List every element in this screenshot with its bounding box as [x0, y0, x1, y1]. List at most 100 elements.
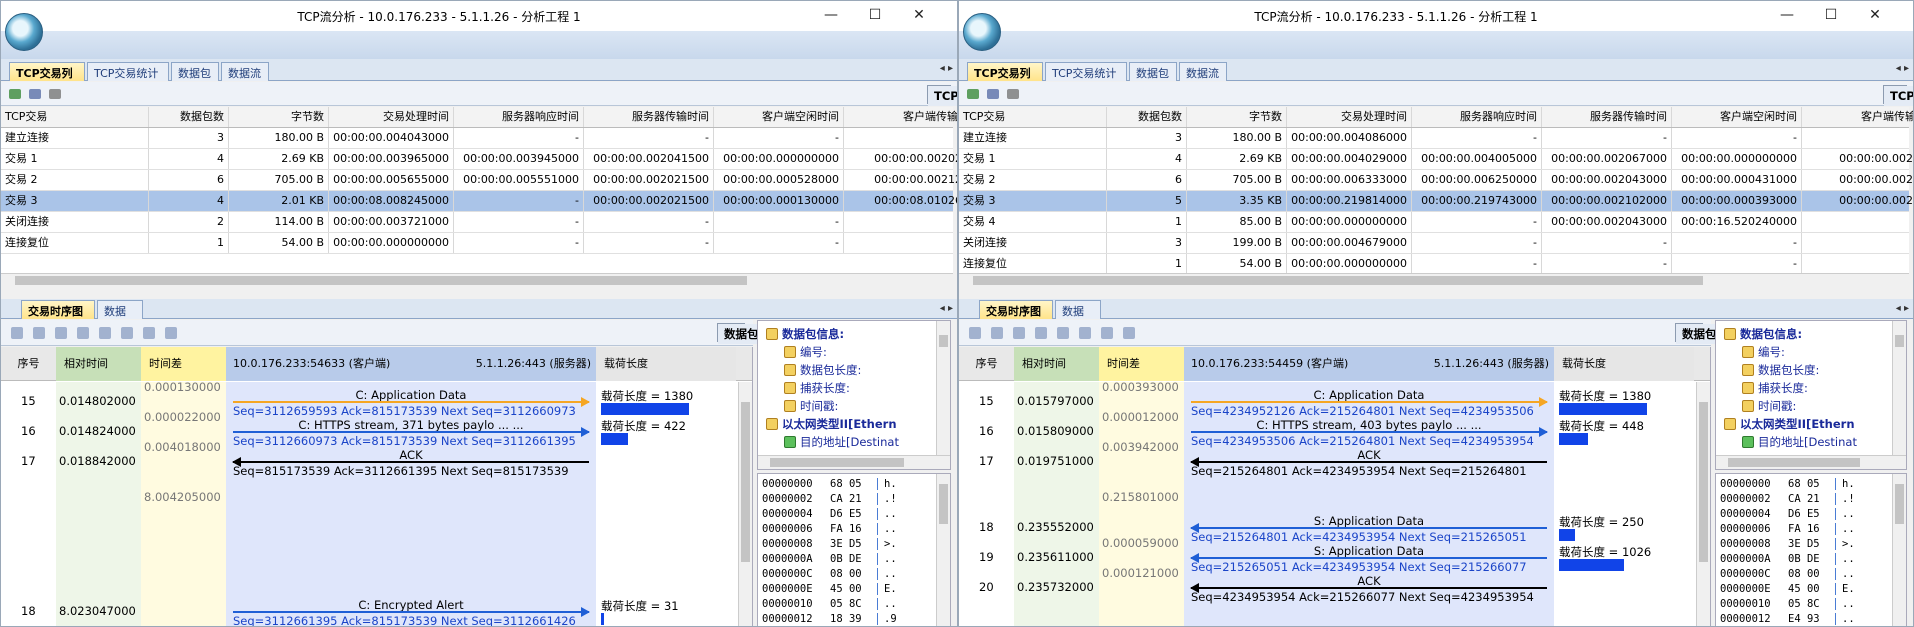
export-icon[interactable]: [965, 86, 981, 102]
tab-2[interactable]: 数据包: [1129, 62, 1177, 81]
hex-vscroll[interactable]: [1892, 474, 1906, 626]
col-header-6[interactable]: 客户端空闲时间: [1672, 107, 1802, 127]
table-row[interactable]: 交易 3 5 3.35 KB 00:00:00.219814000 00:00:00.2…: [959, 191, 1913, 212]
tree-node[interactable]: 编号:: [784, 343, 827, 361]
tab-dataflow[interactable]: 数据流: [1055, 300, 1101, 334]
tab-sequence-diagram[interactable]: 交易时序图: [979, 300, 1053, 319]
packet-label[interactable]: C: HTTPS stream, 403 bytes paylo ... ...: [1191, 418, 1547, 432]
packet-label[interactable]: C: Application Data: [1191, 388, 1547, 402]
tx-grid-hscroll[interactable]: [1, 273, 953, 287]
table-row[interactable]: 关闭连接2114.00 B00:00:00.003721000----: [1, 212, 953, 233]
close-button[interactable]: ✕: [1861, 5, 1889, 25]
packet-arrow[interactable]: [233, 607, 590, 617]
scroll-thumb[interactable]: [1895, 484, 1904, 524]
table-row[interactable]: 交易 1 4 2.69 KB 00:00:00.003965000 00:00:00.0…: [1, 149, 957, 170]
hex-vscroll[interactable]: [936, 474, 950, 626]
search-icon[interactable]: [47, 86, 63, 102]
scroll-thumb[interactable]: [1728, 458, 1860, 467]
tab-3[interactable]: 数据流: [1179, 62, 1227, 81]
scroll-thumb[interactable]: [15, 276, 747, 285]
tab-sequence-diagram[interactable]: 交易时序图: [21, 300, 95, 319]
maximize-button[interactable]: ☐: [1817, 5, 1845, 25]
close-button[interactable]: ✕: [905, 5, 933, 25]
tab-scroll-arrows[interactable]: ◂ ▸: [1896, 63, 1909, 74]
packet-label[interactable]: C: Encrypted Alert: [233, 598, 589, 612]
packet-label[interactable]: C: HTTPS stream, 371 bytes paylo ... ...: [233, 418, 589, 432]
packet-arrow[interactable]: [1190, 583, 1547, 593]
packet-label[interactable]: ACK: [233, 448, 589, 462]
packet-arrow[interactable]: [233, 427, 590, 437]
font-icon[interactable]: [1077, 325, 1093, 341]
font-icon[interactable]: [119, 325, 135, 341]
table-row[interactable]: 连接复位154.00 B00:00:00.000000000----: [1, 233, 953, 254]
packet-label[interactable]: ACK: [1191, 448, 1547, 462]
color-icon[interactable]: [97, 325, 113, 341]
scroll-thumb[interactable]: [939, 335, 948, 347]
col-header-5[interactable]: 服务器传输时间: [584, 107, 714, 127]
tree-vscroll[interactable]: [936, 321, 950, 455]
search-icon[interactable]: [1005, 86, 1021, 102]
scroll-thumb[interactable]: [770, 458, 904, 467]
packet-arrow[interactable]: [232, 457, 589, 467]
list-icon[interactable]: [989, 325, 1005, 341]
col-header-0[interactable]: TCP交易: [1, 107, 149, 127]
tab-dataflow[interactable]: 数据流: [97, 300, 143, 334]
scroll-thumb[interactable]: [1895, 335, 1904, 347]
col-header-2[interactable]: 字节数: [1187, 107, 1287, 127]
export-icon[interactable]: [7, 86, 23, 102]
tree-node[interactable]: 编号:: [1742, 343, 1785, 361]
tree-node[interactable]: 目的地址[Destinat: [1742, 433, 1857, 451]
table-row[interactable]: 交易 3 4 2.01 KB 00:00:08.008245000-00:00:00.…: [1, 191, 957, 212]
tree-node[interactable]: 数据包长度:: [1742, 361, 1819, 379]
packet-arrow[interactable]: [1191, 397, 1548, 407]
col-header-3[interactable]: 交易处理时间: [1287, 107, 1412, 127]
tree-node[interactable]: 目的地址[Destinat: [784, 433, 899, 451]
tree-hscroll[interactable]: [1716, 455, 1906, 469]
scroll-thumb[interactable]: [973, 276, 1703, 285]
color-icon[interactable]: [1055, 325, 1071, 341]
tx-grid-hscroll[interactable]: [959, 273, 1909, 287]
col-header-7[interactable]: 客户端传输时: [1802, 107, 1913, 127]
tree-node[interactable]: 时间戳:: [1742, 397, 1796, 415]
tree-hscroll[interactable]: [758, 455, 950, 469]
col-header-1[interactable]: 数据包数: [1107, 107, 1187, 127]
scroll-thumb[interactable]: [741, 402, 750, 562]
lower-tab-arrows[interactable]: ◂ ▸: [1896, 303, 1909, 314]
packet-arrow[interactable]: [1190, 553, 1547, 563]
copy-icon[interactable]: [967, 325, 983, 341]
col-header-7[interactable]: 客户端传输时: [844, 107, 957, 127]
lower-tab-arrows[interactable]: ◂ ▸: [940, 303, 953, 314]
ack-icon[interactable]: [1033, 325, 1049, 341]
zoom-icon[interactable]: [163, 325, 179, 341]
packet-label[interactable]: S: Application Data: [1191, 544, 1547, 558]
zoom-icon[interactable]: [1121, 325, 1137, 341]
col-header-2[interactable]: 字节数: [229, 107, 329, 127]
tree-vscroll[interactable]: [1892, 321, 1906, 455]
table-row[interactable]: 连接复位154.00 B00:00:00.000000000----: [959, 254, 1909, 275]
scroll-thumb[interactable]: [1699, 402, 1708, 562]
table-row[interactable]: 关闭连接3199.00 B00:00:00.004679000----: [959, 233, 1909, 254]
tree-node[interactable]: 数据包信息:: [1724, 325, 1802, 343]
tab-1[interactable]: TCP交易统计: [1045, 62, 1127, 81]
tab-scroll-arrows[interactable]: ◂ ▸: [940, 63, 953, 74]
packet-label[interactable]: S: Application Data: [1191, 514, 1547, 528]
table-row[interactable]: 交易 2 6 705.00 B 00:00:00.006333000 00:00:00.…: [959, 170, 1913, 191]
packet-label[interactable]: ACK: [1191, 574, 1547, 588]
list-icon[interactable]: [31, 325, 47, 341]
packet-label[interactable]: C: Application Data: [233, 388, 589, 402]
seq-vscroll[interactable]: [1696, 382, 1710, 626]
table-row[interactable]: 交易 2 6 705.00 B 00:00:00.005655000 00:00:00.…: [1, 170, 957, 191]
tree-node[interactable]: 捕获长度:: [784, 379, 850, 397]
tree-node[interactable]: 捕获长度:: [1742, 379, 1808, 397]
clock-icon[interactable]: [1099, 325, 1115, 341]
ack-icon[interactable]: [75, 325, 91, 341]
list-detail-icon[interactable]: [53, 325, 69, 341]
packet-arrow[interactable]: [233, 397, 590, 407]
table-row[interactable]: 建立连接3180.00 B00:00:00.004086000----: [959, 128, 1909, 149]
table-row[interactable]: 建立连接3180.00 B00:00:00.004043000----: [1, 128, 953, 149]
maximize-button[interactable]: ☐: [861, 5, 889, 25]
col-header-4[interactable]: 服务器响应时间: [1412, 107, 1542, 127]
clock-icon[interactable]: [141, 325, 157, 341]
copy-icon[interactable]: [9, 325, 25, 341]
tab-1[interactable]: TCP交易统计: [87, 62, 169, 81]
